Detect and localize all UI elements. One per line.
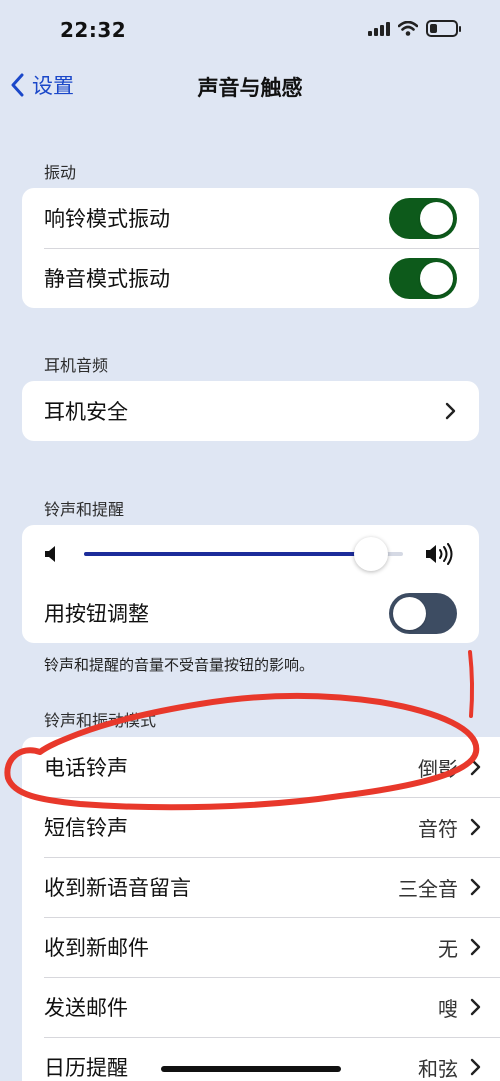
signal-icon <box>368 21 390 36</box>
headphone-safety-row[interactable]: 耳机安全 <box>22 381 479 441</box>
chevron-right-icon <box>470 938 481 956</box>
vibration-card: 响铃模式振动 静音模式振动 <box>22 188 479 308</box>
sounds-haptics-screen: 22:32 设置 声音与触感 振动 响铃模式振动 静音模式振动 耳机音频 耳机安… <box>0 0 500 1081</box>
home-indicator <box>161 1066 341 1072</box>
slider-thumb[interactable] <box>354 537 389 571</box>
toggle-knob <box>420 261 453 295</box>
silent-vibration-toggle[interactable] <box>389 257 457 299</box>
ringer-card: 用按钮调整 <box>22 525 479 643</box>
list-item-label: 收到新邮件 <box>44 936 149 960</box>
ringer-volume-slider[interactable] <box>84 537 403 571</box>
page-title: 声音与触感 <box>197 76 303 100</box>
list-item-text-tone[interactable]: 短信铃声 音符 <box>22 797 500 857</box>
status-icons <box>368 20 461 37</box>
ring-vibration-toggle[interactable] <box>389 197 457 239</box>
speaker-low-icon <box>45 546 55 562</box>
ring-vibration-label: 响铃模式振动 <box>44 207 170 231</box>
chevron-right-icon <box>470 758 481 776</box>
list-item-sent-mail[interactable]: 发送邮件 嗖 <box>22 977 500 1037</box>
slider-fill <box>84 552 372 556</box>
chevron-right-icon <box>470 998 481 1016</box>
ringer-volume-row <box>22 525 479 583</box>
change-with-buttons-toggle[interactable] <box>389 592 457 634</box>
list-item-value: 嗖 <box>438 996 458 1021</box>
patterns-list: 电话铃声 倒影 短信铃声 音符 收到新语音留言 三全音 收到新邮件 无 发送邮件… <box>22 737 500 1081</box>
list-item-new-voicemail[interactable]: 收到新语音留言 三全音 <box>22 857 500 917</box>
ring-vibration-row: 响铃模式振动 <box>22 188 479 248</box>
list-item-label: 收到新语音留言 <box>44 876 191 900</box>
list-item-new-mail[interactable]: 收到新邮件 无 <box>22 917 500 977</box>
section-header-vibration: 振动 <box>44 163 77 182</box>
wifi-icon <box>398 21 418 36</box>
list-item-label: 发送邮件 <box>44 996 128 1020</box>
list-item-value: 音符 <box>418 816 458 841</box>
section-header-patterns: 铃声和振动模式 <box>44 711 157 730</box>
navigation-bar: 设置 声音与触感 <box>0 60 500 110</box>
chevron-right-icon <box>470 818 481 836</box>
section-header-ringer: 铃声和提醒 <box>44 500 125 519</box>
toggle-knob <box>393 596 426 630</box>
toggle-knob <box>420 201 453 235</box>
silent-vibration-label: 静音模式振动 <box>44 267 170 291</box>
chevron-right-icon <box>445 402 456 420</box>
chevron-right-icon <box>470 878 481 896</box>
list-item-value: 和弦 <box>418 1056 458 1081</box>
battery-level-fill <box>430 24 437 33</box>
change-with-buttons-row: 用按钮调整 <box>22 583 479 643</box>
change-with-buttons-label: 用按钮调整 <box>44 602 149 626</box>
ringer-footer-note: 铃声和提醒的音量不受音量按钮的影响。 <box>44 656 315 674</box>
list-item-value: 无 <box>438 936 458 961</box>
list-item-label: 短信铃声 <box>44 816 128 840</box>
list-item-label: 电话铃声 <box>44 756 128 780</box>
chevron-right-icon <box>470 1058 481 1076</box>
list-item-value: 倒影 <box>418 756 458 781</box>
silent-vibration-row: 静音模式振动 <box>22 248 479 308</box>
status-time: 22:32 <box>60 18 127 42</box>
status-bar: 22:32 <box>0 0 500 60</box>
headphone-card: 耳机安全 <box>22 381 479 441</box>
section-header-headphone: 耳机音频 <box>44 356 109 375</box>
list-item-calendar-alerts[interactable]: 日历提醒 和弦 <box>22 1037 500 1081</box>
speaker-high-icon <box>426 543 453 565</box>
headphone-safety-label: 耳机安全 <box>44 400 128 424</box>
list-item-ringtone[interactable]: 电话铃声 倒影 <box>22 737 500 797</box>
list-item-value: 三全音 <box>398 876 458 901</box>
battery-icon <box>426 20 461 37</box>
